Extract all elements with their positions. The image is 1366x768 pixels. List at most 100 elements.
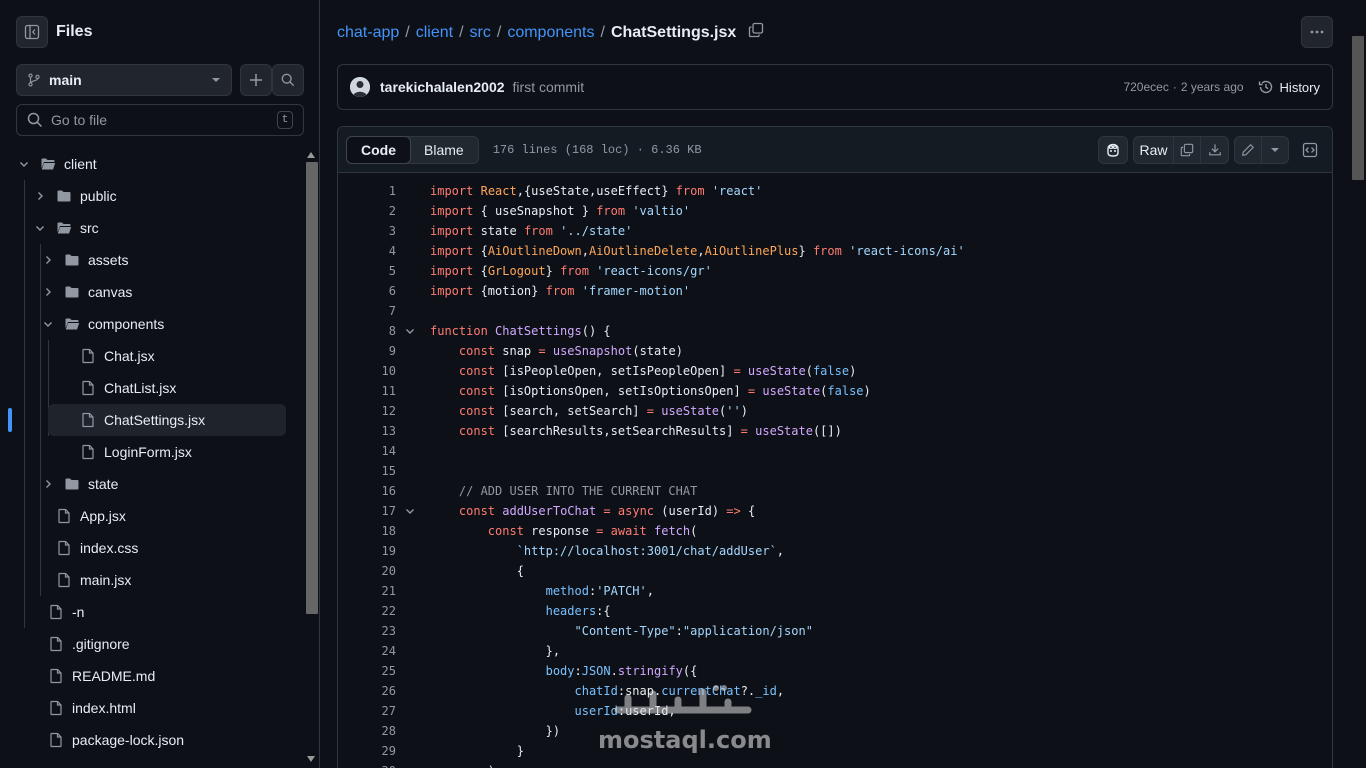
raw-button[interactable]: Raw bbox=[1134, 137, 1174, 163]
go-to-file-input[interactable] bbox=[51, 112, 277, 128]
breadcrumb-link-src[interactable]: src bbox=[470, 24, 491, 42]
line-number[interactable]: 19 bbox=[356, 544, 396, 558]
download-button[interactable] bbox=[1201, 137, 1228, 163]
code-line[interactable]: 5 import {GrLogout} from 'react-icons/gr' bbox=[338, 261, 1332, 281]
code-line[interactable]: 29 } bbox=[338, 741, 1332, 761]
code-line[interactable]: 28 }) bbox=[338, 721, 1332, 741]
code-line[interactable]: 23 "Content-Type":"application/json" bbox=[338, 621, 1332, 641]
search-code-button[interactable] bbox=[272, 64, 304, 96]
chevron-right-icon[interactable] bbox=[40, 254, 56, 266]
line-number[interactable]: 14 bbox=[356, 444, 396, 458]
line-number[interactable]: 2 bbox=[356, 204, 396, 218]
code-line[interactable]: 20 { bbox=[338, 561, 1332, 581]
code-line[interactable]: 27 userId:userId, bbox=[338, 701, 1332, 721]
tab-blame[interactable]: Blame bbox=[410, 137, 478, 163]
commit-hash[interactable]: 720ecec bbox=[1123, 80, 1168, 94]
code-line[interactable]: 13 const [searchResults,setSearchResults… bbox=[338, 421, 1332, 441]
code-line[interactable]: 9 const snap = useSnapshot(state) bbox=[338, 341, 1332, 361]
tree-file-item[interactable]: -n bbox=[32, 596, 286, 628]
code-line[interactable]: 17 const addUserToChat = async (userId) … bbox=[338, 501, 1332, 521]
code-line[interactable]: 18 const response = await fetch( bbox=[338, 521, 1332, 541]
add-file-button[interactable] bbox=[240, 64, 272, 96]
code-line[interactable]: 4 import {AiOutlineDown,AiOutlineDelete,A… bbox=[338, 241, 1332, 261]
sidebar-scrollbar[interactable] bbox=[304, 148, 319, 768]
line-number[interactable]: 3 bbox=[356, 224, 396, 238]
line-number[interactable]: 5 bbox=[356, 264, 396, 278]
tab-code[interactable]: Code bbox=[346, 135, 411, 164]
tree-folder-item[interactable]: state bbox=[40, 468, 286, 500]
tree-file-item[interactable]: README.md bbox=[32, 660, 286, 692]
copy-path-button[interactable] bbox=[748, 22, 764, 43]
code-line[interactable]: 1 import React,{useState,useEffect} from … bbox=[338, 181, 1332, 201]
tree-folder-item[interactable]: components bbox=[40, 308, 286, 340]
code-line[interactable]: 21 method:'PATCH', bbox=[338, 581, 1332, 601]
line-number[interactable]: 8 bbox=[356, 324, 396, 338]
commit-author[interactable]: tarekichalalen2002 bbox=[380, 79, 505, 95]
copilot-button[interactable] bbox=[1098, 136, 1128, 164]
history-button[interactable]: History bbox=[1258, 79, 1320, 95]
line-number[interactable]: 26 bbox=[356, 684, 396, 698]
line-number[interactable]: 28 bbox=[356, 724, 396, 738]
breadcrumb-link-client[interactable]: client bbox=[416, 24, 453, 42]
scroll-up-arrow-icon[interactable] bbox=[307, 152, 315, 158]
code-line[interactable]: 24 }, bbox=[338, 641, 1332, 661]
branch-selector[interactable]: main bbox=[16, 64, 232, 96]
line-number[interactable]: 1 bbox=[356, 184, 396, 198]
line-number[interactable]: 9 bbox=[356, 344, 396, 358]
tree-file-item[interactable]: .gitignore bbox=[32, 628, 286, 660]
code-line[interactable]: 7 bbox=[338, 301, 1332, 321]
line-number[interactable]: 10 bbox=[356, 364, 396, 378]
chevron-down-icon[interactable] bbox=[32, 222, 48, 234]
line-number[interactable]: 20 bbox=[356, 564, 396, 578]
avatar[interactable] bbox=[350, 77, 370, 97]
line-number[interactable]: 18 bbox=[356, 524, 396, 538]
tree-file-item[interactable]: LoginForm.jsx bbox=[48, 436, 286, 468]
code-line[interactable]: 30 ) bbox=[338, 761, 1332, 768]
code-line[interactable]: 16 // ADD USER INTO THE CURRENT CHAT bbox=[338, 481, 1332, 501]
code-line[interactable]: 11 const [isOptionsOpen, setIsOptionsOpe… bbox=[338, 381, 1332, 401]
line-number[interactable]: 7 bbox=[356, 304, 396, 318]
commit-message[interactable]: first commit bbox=[513, 79, 585, 95]
chevron-down-icon[interactable] bbox=[40, 318, 56, 330]
tree-file-item[interactable]: index.html bbox=[32, 692, 286, 724]
tree-folder-item[interactable]: canvas bbox=[40, 276, 286, 308]
line-number[interactable]: 30 bbox=[356, 764, 396, 768]
tree-file-item[interactable]: index.css bbox=[40, 532, 286, 564]
code-line[interactable]: 6 import {motion} from 'framer-motion' bbox=[338, 281, 1332, 301]
edit-file-button[interactable] bbox=[1235, 137, 1262, 163]
tree-file-item[interactable]: Chat.jsx bbox=[48, 340, 286, 372]
line-number[interactable]: 22 bbox=[356, 604, 396, 618]
line-number[interactable]: 11 bbox=[356, 384, 396, 398]
chevron-down-icon[interactable] bbox=[16, 158, 32, 170]
line-number[interactable]: 4 bbox=[356, 244, 396, 258]
go-to-file-field[interactable]: t bbox=[16, 104, 304, 136]
code-line[interactable]: 22 headers:{ bbox=[338, 601, 1332, 621]
fold-chevron-icon[interactable] bbox=[404, 325, 416, 340]
scrollbar-thumb[interactable] bbox=[306, 162, 318, 614]
tree-file-item[interactable]: ChatSettings.jsx bbox=[48, 404, 286, 436]
line-number[interactable]: 25 bbox=[356, 664, 396, 678]
line-number[interactable]: 15 bbox=[356, 464, 396, 478]
tree-file-item[interactable]: package-lock.json bbox=[32, 724, 286, 756]
page-scrollbar[interactable] bbox=[1350, 0, 1366, 768]
code-line[interactable]: 2 import { useSnapshot } from 'valtio' bbox=[338, 201, 1332, 221]
line-number[interactable]: 23 bbox=[356, 624, 396, 638]
line-number[interactable]: 17 bbox=[356, 504, 396, 518]
code-line[interactable]: 8 function ChatSettings() { bbox=[338, 321, 1332, 341]
line-number[interactable]: 16 bbox=[356, 484, 396, 498]
scroll-down-arrow-icon[interactable] bbox=[307, 756, 315, 762]
chevron-right-icon[interactable] bbox=[40, 286, 56, 298]
line-number[interactable]: 12 bbox=[356, 404, 396, 418]
breadcrumb-repo-link[interactable]: chat-app bbox=[337, 24, 399, 42]
tree-file-item[interactable]: ChatList.jsx bbox=[48, 372, 286, 404]
breadcrumb-link-components[interactable]: components bbox=[507, 24, 594, 42]
code-line[interactable]: 14 bbox=[338, 441, 1332, 461]
code-line[interactable]: 25 body:JSON.stringify({ bbox=[338, 661, 1332, 681]
more-options-button[interactable] bbox=[1301, 16, 1333, 48]
chevron-right-icon[interactable] bbox=[40, 478, 56, 490]
tree-folder-item[interactable]: client bbox=[16, 148, 286, 180]
line-number[interactable]: 24 bbox=[356, 644, 396, 658]
line-number[interactable]: 13 bbox=[356, 424, 396, 438]
code-line[interactable]: 10 const [isPeopleOpen, setIsPeopleOpen]… bbox=[338, 361, 1332, 381]
tree-folder-item[interactable]: assets bbox=[40, 244, 286, 276]
